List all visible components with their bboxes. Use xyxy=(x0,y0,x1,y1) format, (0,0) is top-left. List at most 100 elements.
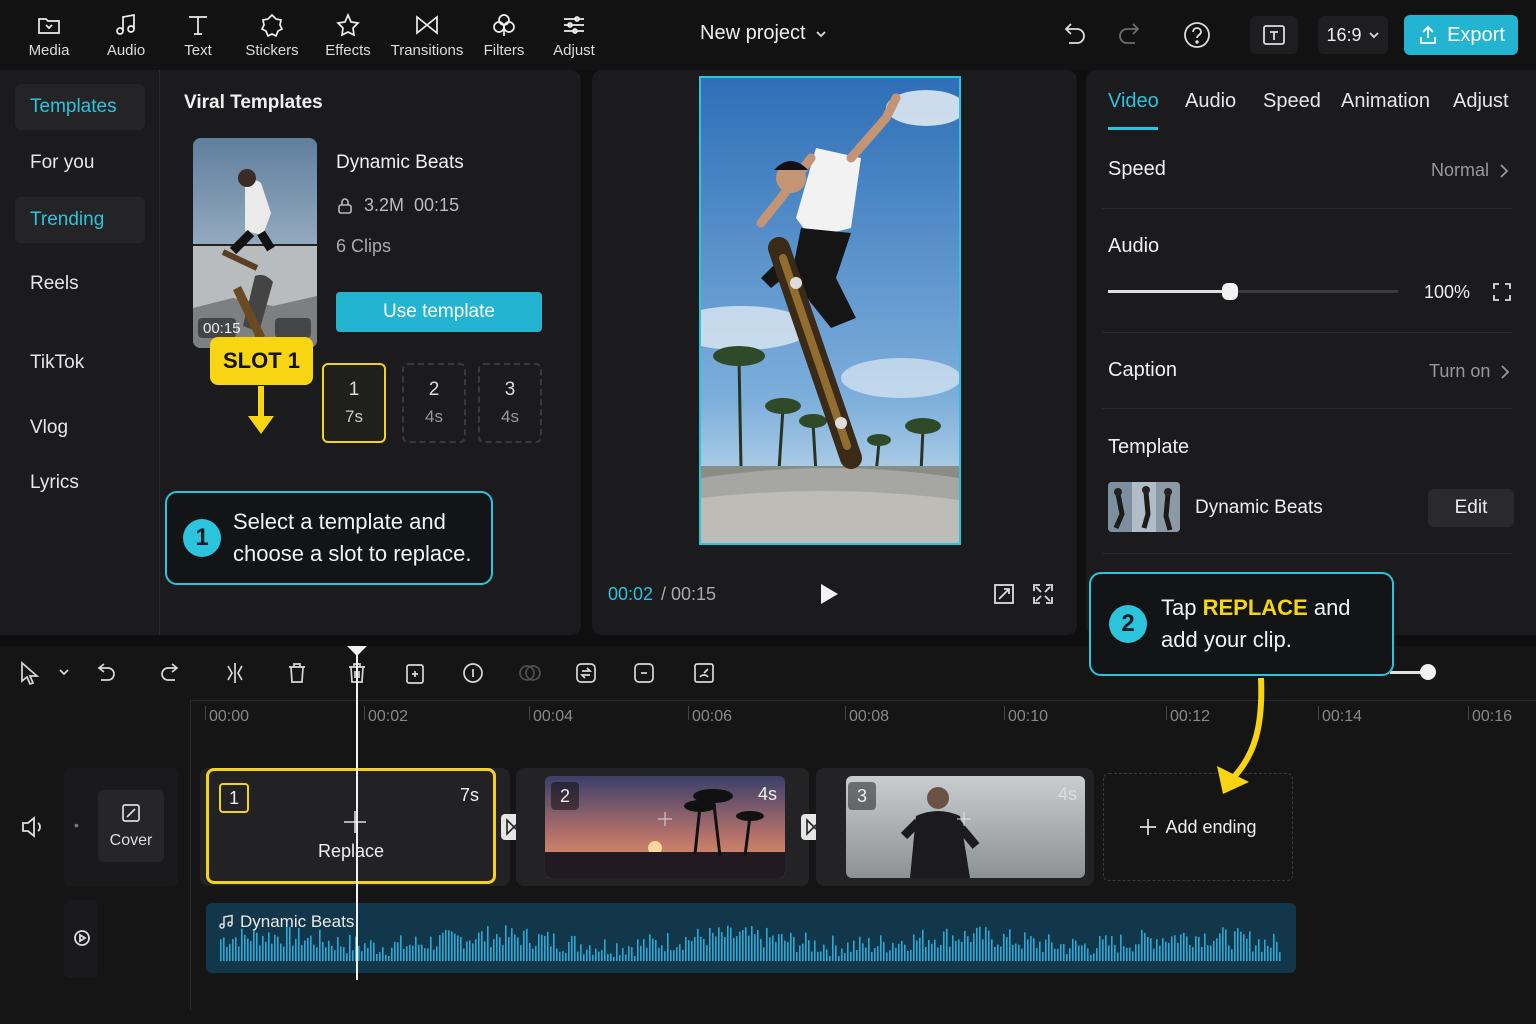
waveform-bar xyxy=(655,940,657,961)
waveform-bar xyxy=(373,942,375,961)
track-mute-button[interactable] xyxy=(20,814,46,845)
template-mini-thumbnail xyxy=(1108,482,1180,532)
tool-label: Filters xyxy=(483,42,525,59)
split-button[interactable] xyxy=(222,660,248,691)
tab-adjust[interactable]: Adjust xyxy=(1453,90,1509,113)
category-templates[interactable]: Templates xyxy=(15,84,145,130)
waveform-bar xyxy=(1174,935,1176,961)
waveform-bar xyxy=(652,938,654,961)
waveform-bar xyxy=(1117,952,1119,961)
select-mode-dropdown[interactable] xyxy=(57,665,71,684)
waveform-bar xyxy=(337,936,339,961)
track-header-divider xyxy=(190,700,191,1010)
category-lyrics[interactable]: Lyrics xyxy=(15,460,145,506)
tool-filters[interactable]: Filters xyxy=(465,12,543,64)
slot-1[interactable]: 1 7s xyxy=(322,363,386,443)
waveform-bar xyxy=(1258,939,1260,961)
tool-media[interactable]: Media xyxy=(10,12,88,64)
tab-video[interactable]: Video xyxy=(1108,90,1159,113)
template-thumbnail[interactable]: 00:15 xyxy=(193,138,317,348)
clip-number: 3 xyxy=(848,782,876,810)
tab-speed[interactable]: Speed xyxy=(1263,90,1321,113)
waveform-bar xyxy=(1210,945,1212,961)
layout-button[interactable] xyxy=(1250,16,1298,54)
caption-setting[interactable]: Turn on xyxy=(1429,361,1510,382)
timeline-redo-button[interactable] xyxy=(158,660,184,691)
waveform-bar xyxy=(916,940,918,961)
duplicate-button[interactable] xyxy=(402,660,428,691)
aspect-ratio-dropdown[interactable]: 16:9 xyxy=(1318,16,1388,54)
waveform-bar xyxy=(538,934,540,961)
play-button[interactable] xyxy=(818,582,840,611)
waveform-bar xyxy=(388,955,390,961)
replace-label: Replace xyxy=(317,841,385,861)
undo-button[interactable] xyxy=(1058,20,1088,55)
edit-template-button[interactable]: Edit xyxy=(1428,489,1514,527)
zoom-slider-handle[interactable] xyxy=(1420,664,1436,680)
category-trending[interactable]: Trending xyxy=(15,197,145,243)
waveform-bar xyxy=(1156,939,1158,961)
audio-clip[interactable]: Dynamic Beats xyxy=(206,903,1296,973)
timeline-undo-button[interactable] xyxy=(92,660,118,691)
tab-animation[interactable]: Animation xyxy=(1341,90,1430,113)
clip-1-replace-slot[interactable]: 1 7s Replace xyxy=(206,768,496,884)
redo-button[interactable] xyxy=(1116,20,1146,55)
tool-text[interactable]: Text xyxy=(159,12,237,64)
tool-adjust[interactable]: Adjust xyxy=(535,12,613,64)
cover-button[interactable]: Cover xyxy=(98,790,164,862)
category-for-you[interactable]: For you xyxy=(15,140,145,186)
waveform-bar xyxy=(1096,948,1098,961)
tool-label: Stickers xyxy=(245,42,299,59)
chevron-right-icon xyxy=(1501,364,1510,379)
tool-transitions[interactable]: Transitions xyxy=(388,12,466,64)
waveform-bar xyxy=(1108,945,1110,961)
plus-icon xyxy=(344,811,366,833)
delete-left-button[interactable] xyxy=(284,660,310,691)
category-tiktok[interactable]: TikTok xyxy=(15,340,145,386)
waveform-bar xyxy=(661,945,663,961)
fit-screen-button[interactable] xyxy=(993,583,1015,610)
help-button[interactable] xyxy=(1182,20,1212,55)
waveform-bar xyxy=(751,926,753,961)
waveform-bar xyxy=(385,954,387,961)
clip-3[interactable]: 3 4s xyxy=(846,776,1085,878)
tool-audio[interactable]: Audio xyxy=(87,12,165,64)
tool-effects[interactable]: Effects xyxy=(309,12,387,64)
clip-number: 2 xyxy=(551,782,579,810)
waveform-bar xyxy=(949,946,951,961)
clip-2[interactable]: 2 4s xyxy=(545,776,785,878)
step-number: 2 xyxy=(1109,605,1147,643)
volume-slider-handle[interactable] xyxy=(1222,283,1238,300)
slot-2[interactable]: 2 4s xyxy=(402,363,466,443)
waveform-bar xyxy=(496,934,498,961)
crop-button[interactable] xyxy=(631,660,657,691)
waveform-bar xyxy=(796,952,798,961)
speed-button[interactable] xyxy=(691,660,717,691)
freeze-button[interactable] xyxy=(460,660,486,691)
waveform-bar xyxy=(1261,951,1263,961)
expand-button[interactable] xyxy=(1492,282,1512,307)
mask-button[interactable] xyxy=(517,660,543,691)
category-reels[interactable]: Reels xyxy=(15,261,145,307)
export-button[interactable]: Export xyxy=(1404,15,1518,55)
waveform-bar xyxy=(973,933,975,961)
audio-track-button[interactable] xyxy=(70,926,94,955)
fullscreen-button[interactable] xyxy=(1032,583,1054,610)
use-template-button[interactable]: Use template xyxy=(336,292,542,332)
ruler-label: 00:16 xyxy=(1472,708,1513,725)
select-tool-button[interactable] xyxy=(18,660,44,691)
waveform-bar xyxy=(304,940,306,961)
replace-button[interactable] xyxy=(573,660,599,691)
category-vlog[interactable]: Vlog xyxy=(15,405,145,451)
waveform-bar xyxy=(1021,948,1023,961)
tool-stickers[interactable]: Stickers xyxy=(233,12,311,64)
waveform-bar xyxy=(1126,947,1128,961)
slot-3[interactable]: 3 4s xyxy=(478,363,542,443)
project-title-dropdown[interactable]: New project xyxy=(700,22,828,45)
speed-setting[interactable]: Normal xyxy=(1431,160,1509,181)
waveform-bar xyxy=(481,931,483,961)
replace-icon xyxy=(576,663,596,683)
playhead[interactable] xyxy=(347,646,367,980)
tab-audio[interactable]: Audio xyxy=(1185,90,1236,113)
video-preview[interactable] xyxy=(699,76,961,545)
